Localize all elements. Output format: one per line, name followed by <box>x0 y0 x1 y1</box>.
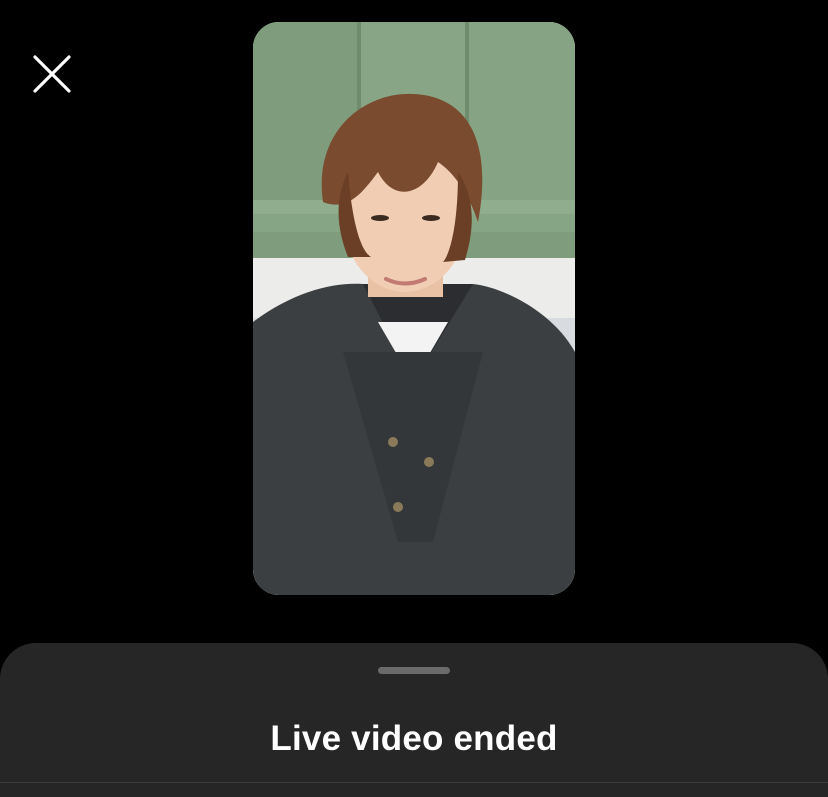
live-video-preview[interactable] <box>253 22 575 595</box>
close-button[interactable] <box>30 52 74 96</box>
divider <box>0 782 828 783</box>
bottom-sheet: Live video ended <box>0 643 828 797</box>
video-preview-image <box>253 22 575 595</box>
live-ended-title: Live video ended <box>270 719 558 758</box>
close-icon <box>33 55 71 93</box>
sheet-drag-handle[interactable] <box>378 667 450 674</box>
live-ended-screen: Live video ended <box>0 0 828 797</box>
